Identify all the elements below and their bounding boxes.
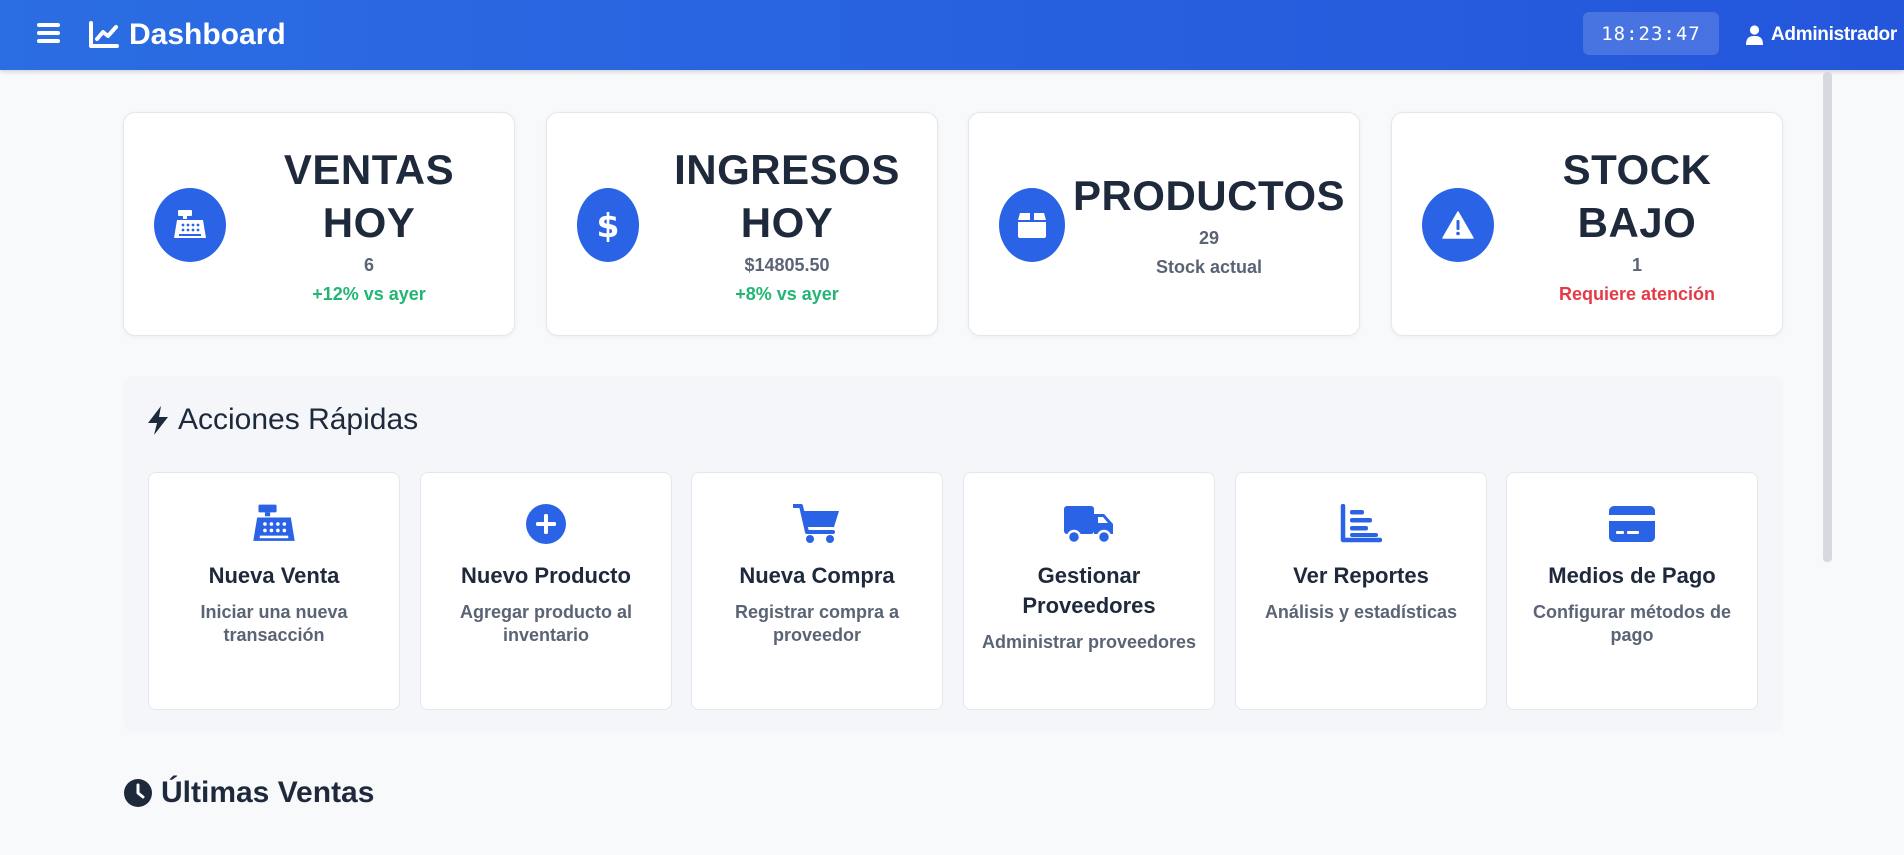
stat-label: BAJO: [1577, 199, 1697, 246]
section-title: Acciones Rápidas: [178, 403, 419, 436]
user-menu[interactable]: Administrador: [1746, 20, 1897, 50]
stat-value: 6: [363, 255, 374, 275]
quick-action-description: Agregar producto al inventario: [459, 602, 633, 645]
stat-value: $14805.50: [744, 255, 830, 275]
stat-label: VENTAS: [283, 146, 455, 193]
quick-action-title: Nueva Compra: [739, 563, 895, 588]
cart-icon: [793, 504, 839, 543]
quick-action-description: Registrar compra a proveedor: [734, 602, 900, 645]
clock-icon: [124, 779, 152, 807]
stat-note: Stock actual: [1155, 257, 1263, 277]
stat-card-ingresos-hoy: $ INGRESOS HOY $14805.50 +8% vs ayer: [546, 112, 938, 336]
quick-action-title: Nueva Venta: [208, 563, 340, 588]
box-icon: [1018, 213, 1046, 238]
quick-action-nuevo-producto[interactable]: Nuevo Producto Agregar producto al inven…: [420, 472, 672, 710]
truck-icon: [1064, 506, 1113, 545]
brand[interactable]: Dashboard: [88, 14, 286, 56]
quick-action-description: Administrar proveedores: [981, 632, 1197, 652]
stat-label: INGRESOS: [674, 146, 900, 193]
cash-register-icon: [253, 504, 295, 541]
stat-trend: +12% vs ayer: [312, 284, 426, 304]
stat-label: HOY: [322, 199, 416, 246]
quick-actions-heading: Acciones Rápidas: [146, 403, 418, 437]
stat-card-ventas-hoy: VENTAS HOY 6 +12% vs ayer: [123, 112, 515, 336]
plus-circle-icon: [526, 504, 566, 544]
quick-action-title: Nuevo Producto: [461, 563, 631, 588]
stat-card-productos: PRODUCTOS 29 Stock actual: [968, 112, 1360, 336]
quick-action-title: Medios de Pago: [1548, 563, 1716, 588]
quick-action-gestionar-proveedores[interactable]: Gestionar Proveedores Administrar provee…: [963, 472, 1215, 710]
stat-value: 1: [1631, 255, 1642, 275]
quick-action-medios-de-pago[interactable]: Medios de Pago Configurar métodos de pag…: [1506, 472, 1758, 710]
quick-action-nueva-compra[interactable]: Nueva Compra Registrar compra a proveedo…: [691, 472, 943, 710]
quick-action-description: Configurar métodos de pago: [1532, 602, 1731, 645]
stat-label: STOCK: [1562, 146, 1712, 193]
quick-action-description: Análisis y estadísticas: [1264, 602, 1458, 622]
stat-label: PRODUCTOS: [1072, 172, 1346, 219]
app-title: Dashboard: [129, 18, 286, 51]
scrollbar-thumb[interactable]: [1823, 72, 1832, 562]
stat-alert: Requiere atención: [1558, 284, 1716, 304]
stat-label: HOY: [740, 199, 834, 246]
quick-action-ver-reportes[interactable]: Ver Reportes Análisis y estadísticas: [1235, 472, 1487, 710]
user-icon: [1746, 25, 1763, 45]
stat-trend: +8% vs ayer: [735, 284, 839, 304]
quick-action-description: Iniciar una nueva transacción: [200, 602, 348, 645]
quick-action-nueva-venta[interactable]: Nueva Venta Iniciar una nueva transacció…: [148, 472, 400, 710]
recent-sales-heading: Últimas Ventas: [123, 776, 374, 810]
bolt-icon: [148, 405, 168, 435]
hamburger-menu-icon[interactable]: [34, 20, 64, 50]
stat-card-stock-bajo: STOCK BAJO 1 Requiere atención: [1391, 112, 1783, 336]
quick-action-title: Gestionar Proveedores: [1022, 563, 1156, 618]
dollar-icon: $: [596, 205, 620, 245]
stat-value: 29: [1198, 228, 1220, 248]
line-chart-icon: [89, 21, 119, 48]
quick-action-title: Ver Reportes: [1293, 563, 1429, 588]
user-name: Administrador: [1771, 24, 1897, 45]
warning-icon: [1442, 211, 1474, 239]
section-title: Últimas Ventas: [161, 776, 375, 809]
bar-chart-icon: [1340, 504, 1382, 543]
top-navbar: Dashboard 18:23:47 Administrador: [0, 0, 1904, 70]
clock-display: 18:23:47: [1583, 12, 1719, 55]
cash-register-icon: [174, 210, 206, 238]
credit-card-icon: [1609, 506, 1655, 542]
